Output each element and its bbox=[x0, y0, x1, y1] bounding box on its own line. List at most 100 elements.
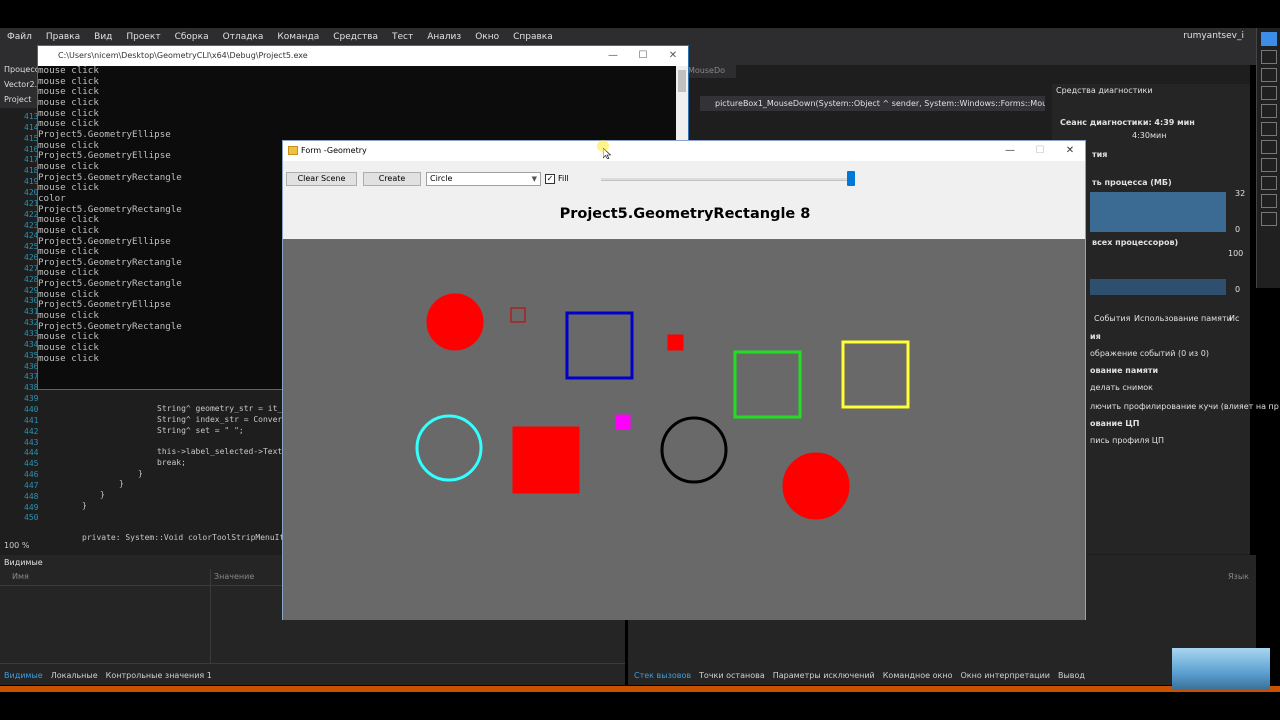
menu-item[interactable]: Сборка bbox=[168, 32, 216, 42]
code-line[interactable]: this->label_selected->Text bbox=[157, 447, 282, 456]
diag-item-snapshot[interactable]: делать снимок bbox=[1090, 383, 1153, 392]
rectangle-shape[interactable] bbox=[615, 414, 631, 430]
rectangle-shape[interactable] bbox=[565, 311, 634, 380]
menu-item[interactable]: Средства bbox=[326, 32, 385, 42]
shapes-layer[interactable] bbox=[283, 239, 1085, 620]
cpu-graph-label: всех процессоров) bbox=[1092, 238, 1179, 247]
left-tab-process[interactable]: Процесс bbox=[0, 62, 40, 77]
minus-tool-icon[interactable] bbox=[1260, 212, 1277, 226]
tab-autos[interactable]: Видимые bbox=[0, 669, 47, 683]
console-line: mouse click bbox=[38, 75, 99, 87]
pointer-tool-icon[interactable] bbox=[1260, 32, 1277, 46]
console-title[interactable]: C:\Users\nicem\Desktop\GeometryCLI\x64\D… bbox=[38, 46, 688, 66]
code-line[interactable]: String^ index_str = Convert bbox=[157, 415, 287, 424]
menu-item[interactable]: Тест bbox=[385, 32, 420, 42]
close-icon[interactable]: ✕ bbox=[1055, 141, 1085, 161]
clear-scene-button[interactable]: Clear Scene bbox=[286, 172, 357, 186]
line-number: 438 bbox=[24, 383, 39, 393]
rectangle-shape[interactable] bbox=[841, 340, 910, 409]
code-line[interactable]: } bbox=[82, 501, 87, 510]
close-icon[interactable]: ✕ bbox=[658, 46, 688, 66]
marker-tool-icon[interactable] bbox=[1260, 68, 1277, 82]
rectangle-shape[interactable] bbox=[510, 307, 526, 323]
diag-tab-events[interactable]: События bbox=[1094, 314, 1130, 323]
line-number: 419 bbox=[24, 177, 39, 187]
menu-item[interactable]: Проект bbox=[119, 32, 167, 42]
tab-breakpoints[interactable]: Точки останова bbox=[695, 669, 769, 683]
menu-item[interactable]: Правка bbox=[39, 32, 87, 42]
zoom-level[interactable]: 100 % bbox=[4, 541, 29, 550]
user-name[interactable]: rumyantsev_i bbox=[1183, 31, 1244, 41]
rectangle-shape[interactable] bbox=[733, 350, 802, 419]
palette-tool-icon[interactable] bbox=[1260, 140, 1277, 154]
minimize-icon[interactable]: — bbox=[995, 141, 1025, 161]
line-number: 442 bbox=[24, 426, 39, 436]
rectangle-shape[interactable] bbox=[667, 334, 684, 351]
code-line[interactable]: String^ geometry_str = it_g bbox=[157, 404, 287, 413]
menu-item[interactable]: Анализ bbox=[420, 32, 468, 42]
code-line[interactable]: } bbox=[119, 479, 124, 488]
menu-item[interactable]: Отладка bbox=[216, 32, 271, 42]
watch-col-name[interactable]: Имя bbox=[12, 572, 29, 581]
diag-item-heap-profiling[interactable]: лючить профилирование кучи (влияет на пр bbox=[1090, 402, 1279, 411]
fill-checkbox[interactable]: ✓ bbox=[545, 174, 555, 184]
menu-item[interactable]: Окно bbox=[468, 32, 506, 42]
shape-select[interactable]: Circle ▼ bbox=[426, 172, 541, 186]
code-line[interactable]: private: System::Void colorToolStripMenu… bbox=[82, 533, 289, 542]
line-tool-icon[interactable] bbox=[1260, 86, 1277, 100]
text-tool-icon[interactable] bbox=[1260, 158, 1277, 172]
left-tab-vector[interactable]: Vector2.c bbox=[0, 77, 42, 92]
console-scroll-thumb[interactable] bbox=[678, 70, 686, 92]
tab-watch-1[interactable]: Контрольные значения 1 bbox=[102, 669, 216, 683]
size-slider-track[interactable] bbox=[601, 178, 851, 181]
tab-locals[interactable]: Локальные bbox=[47, 669, 102, 683]
tab-immediate-window[interactable]: Окно интерпретации bbox=[956, 669, 1054, 683]
console-line: mouse click bbox=[38, 96, 99, 108]
watch-col-value[interactable]: Значение bbox=[214, 572, 254, 581]
menu-item[interactable]: Вид bbox=[87, 32, 119, 42]
code-line[interactable]: break; bbox=[157, 458, 186, 467]
create-button[interactable]: Create bbox=[363, 172, 421, 186]
form-geometry-window[interactable]: Form -Geometry — ☐ ✕ Clear Scene Create … bbox=[282, 140, 1086, 620]
tab-exception-settings[interactable]: Параметры исключений bbox=[769, 669, 879, 683]
pen-tool-icon[interactable] bbox=[1260, 104, 1277, 118]
left-tab-project[interactable]: Project bbox=[0, 92, 40, 107]
ellipse-shape[interactable] bbox=[660, 416, 728, 484]
code-line[interactable]: } bbox=[138, 469, 143, 478]
size-slider-thumb[interactable] bbox=[847, 171, 855, 186]
tab-output[interactable]: Вывод bbox=[1054, 669, 1089, 683]
tab-command-window[interactable]: Командное окно bbox=[879, 669, 957, 683]
diag-tab-cpu[interactable]: Ис bbox=[1229, 314, 1239, 323]
maximize-icon[interactable]: ☐ bbox=[628, 46, 658, 66]
code-line[interactable]: String^ set = " "; bbox=[157, 426, 244, 435]
ellipse-shape[interactable] bbox=[426, 293, 484, 351]
menu-item[interactable]: Файл bbox=[0, 32, 39, 42]
callstack-col-lang[interactable]: Язык bbox=[1228, 572, 1249, 581]
editor-tab-mousedown[interactable]: MouseDo bbox=[682, 64, 736, 78]
pencil-tool-icon[interactable] bbox=[1260, 50, 1277, 64]
diag-item-cpu-profile[interactable]: пись профиля ЦП bbox=[1090, 436, 1164, 445]
method-navigation-dropdown[interactable]: pictureBox1_MouseDown(System::Object ^ s… bbox=[700, 96, 1045, 111]
eraser-tool-icon[interactable] bbox=[1260, 176, 1277, 190]
rectangle-shape[interactable] bbox=[512, 426, 580, 494]
maximize-icon[interactable]: ☐ bbox=[1025, 141, 1055, 161]
ellipse-shape[interactable] bbox=[782, 452, 850, 520]
console-line: mouse click bbox=[38, 66, 99, 76]
line-number: 448 bbox=[24, 491, 39, 501]
picture-box-canvas[interactable] bbox=[283, 239, 1085, 620]
rectangle-tool-icon[interactable] bbox=[1260, 122, 1277, 136]
line-number: 414 bbox=[24, 122, 39, 132]
bottom-right-tabs: Стек вызовов Точки останова Параметры ис… bbox=[630, 669, 1089, 683]
bottom-left-tabs: Видимые Локальные Контрольные значения 1 bbox=[0, 669, 216, 683]
pattern-tool-icon[interactable] bbox=[1260, 194, 1277, 208]
console-window-buttons: — ☐ ✕ bbox=[598, 46, 688, 66]
menu-item[interactable]: Справка bbox=[506, 32, 560, 42]
minimize-icon[interactable]: — bbox=[598, 46, 628, 66]
diag-item-show-events[interactable]: ображение событий (0 из 0) bbox=[1090, 349, 1209, 358]
code-line[interactable]: } bbox=[100, 490, 105, 499]
tab-call-stack[interactable]: Стек вызовов bbox=[630, 669, 695, 683]
diag-tab-memory[interactable]: Использование памяти bbox=[1134, 314, 1232, 323]
form-title[interactable]: Form -Geometry bbox=[283, 141, 1085, 161]
menu-item[interactable]: Команда bbox=[270, 32, 326, 42]
ellipse-shape[interactable] bbox=[415, 414, 483, 482]
